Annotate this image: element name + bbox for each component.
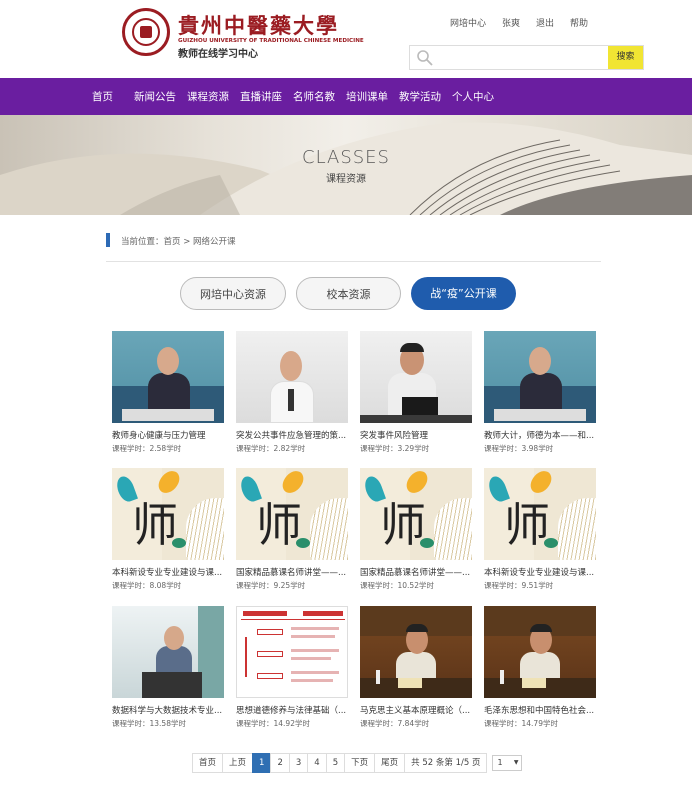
course-card[interactable]: 教师身心健康与压力管理 课程学时：2.58学时 [112, 331, 224, 454]
nav-activities[interactable]: 教学活动 [399, 89, 441, 104]
search-input[interactable] [438, 48, 608, 67]
university-seal-icon [122, 8, 170, 56]
course-hours: 课程学时：2.58学时 [112, 444, 182, 453]
course-title[interactable]: 国家精品慕课名师讲堂——... [360, 566, 472, 578]
logo-chinese-name: 貴州中醫藥大學 [178, 13, 339, 38]
course-thumbnail[interactable]: 师 [112, 468, 224, 560]
course-title[interactable]: 本科新设专业专业建设与课... [484, 566, 596, 578]
tab-training-center-resources[interactable]: 网培中心资源 [180, 277, 286, 310]
course-title[interactable]: 思想道德修养与法律基础（... [236, 704, 348, 716]
course-title[interactable]: 数据科学与大数据技术专业... [112, 704, 224, 716]
nav-personal[interactable]: 个人中心 [452, 89, 494, 104]
course-hours: 课程学时：10.52学时 [360, 581, 434, 590]
page-2[interactable]: 2 [270, 753, 290, 773]
nav-live[interactable]: 直播讲座 [240, 89, 282, 104]
nav-teachers[interactable]: 名师名教 [293, 89, 335, 104]
page-info: 共 52 条第 1/5 页 [404, 753, 488, 773]
course-card[interactable]: 突发公共事件应急管理的策... 课程学时：2.82学时 [236, 331, 348, 454]
page-first[interactable]: 首页 [192, 753, 224, 773]
course-title[interactable]: 毛泽东思想和中国特色社会... [484, 704, 596, 716]
course-hours: 课程学时：14.79学时 [484, 719, 558, 728]
course-thumbnail[interactable]: 师 [360, 468, 472, 560]
logo-subtitle: 教师在线学习中心 [178, 49, 258, 60]
page-select[interactable]: 1 ▼ [492, 755, 523, 771]
link-help[interactable]: 帮助 [570, 16, 588, 29]
nav-home[interactable]: 首页 [92, 89, 113, 104]
course-hours: 课程学时：3.98学时 [484, 444, 554, 453]
page-prev[interactable]: 上页 [222, 753, 254, 773]
page-1[interactable]: 1 [252, 753, 272, 773]
search-box: 搜索 [409, 45, 644, 70]
course-card[interactable]: 毛泽东思想和中国特色社会... 课程学时：14.79学时 [484, 606, 596, 729]
course-thumbnail[interactable] [112, 606, 224, 698]
page-4[interactable]: 4 [307, 753, 327, 773]
tab-epidemic-open-courses[interactable]: 战“疫”公开课 [411, 277, 516, 310]
course-title[interactable]: 本科新设专业专业建设与课... [112, 566, 224, 578]
link-training-center[interactable]: 网培中心 [450, 16, 486, 29]
page-next[interactable]: 下页 [344, 753, 376, 773]
banner-title-en: CLASSES [302, 147, 390, 168]
course-title[interactable]: 突发事件风险管理 [360, 429, 472, 441]
page-last[interactable]: 尾页 [374, 753, 406, 773]
page-5[interactable]: 5 [325, 753, 346, 773]
course-hours: 课程学时：9.51学时 [484, 581, 554, 590]
divider [106, 261, 601, 262]
course-hours: 课程学时：3.29学时 [360, 444, 430, 453]
tab-school-resources[interactable]: 校本资源 [296, 277, 401, 310]
university-logo[interactable]: 貴州中醫藥大學 GUIZHOU UNIVERSITY OF TRADITIONA… [122, 8, 364, 64]
course-thumbnail[interactable] [236, 606, 348, 698]
site-header: 貴州中醫藥大學 GUIZHOU UNIVERSITY OF TRADITIONA… [0, 0, 692, 78]
course-title[interactable]: 教师身心健康与压力管理 [112, 429, 224, 441]
search-icon [417, 50, 433, 66]
course-thumbnail[interactable] [360, 606, 472, 698]
course-hours: 课程学时：2.82学时 [236, 444, 306, 453]
course-card[interactable]: 马克思主义基本原理概论（... 课程学时：7.84学时 [360, 606, 472, 729]
course-hours: 课程学时：7.84学时 [360, 719, 430, 728]
course-card[interactable]: 师本科新设专业专业建设与课... 课程学时：8.08学时 [112, 468, 224, 591]
nav-courses[interactable]: 课程资源 [187, 89, 229, 104]
course-card[interactable]: 师国家精品慕课名师讲堂——... 课程学时：10.52学时 [360, 468, 472, 591]
course-thumbnail[interactable] [112, 331, 224, 423]
course-thumbnail[interactable]: 师 [484, 468, 596, 560]
course-title[interactable]: 国家精品慕课名师讲堂——... [236, 566, 348, 578]
course-hours: 课程学时：8.08学时 [112, 581, 182, 590]
nav-training[interactable]: 培训课单 [346, 89, 388, 104]
course-card[interactable]: 思想道德修养与法律基础（... 课程学时：14.92学时 [236, 606, 348, 729]
course-thumbnail[interactable] [484, 331, 596, 423]
breadcrumb-marker [106, 233, 110, 247]
page-select-value: 1 [497, 758, 503, 767]
course-card[interactable]: 师本科新设专业专业建设与课... 课程学时：9.51学时 [484, 468, 596, 591]
course-card[interactable]: 数据科学与大数据技术专业... 课程学时：13.58学时 [112, 606, 224, 729]
course-thumbnail[interactable]: 师 [236, 468, 348, 560]
course-title[interactable]: 教师大计，师德为本——和... [484, 429, 596, 441]
course-title[interactable]: 突发公共事件应急管理的策... [236, 429, 348, 441]
course-card[interactable]: 突发事件风险管理 课程学时：3.29学时 [360, 331, 472, 454]
breadcrumb-text: 当前位置：首页 > 网络公开课 [121, 237, 236, 247]
course-title[interactable]: 马克思主义基本原理概论（... [360, 704, 472, 716]
pagination: 首页 上页 1 2 3 4 5 下页 尾页 共 52 条第 1/5 页 1 ▼ [192, 753, 523, 773]
top-links: 网培中心 张爽 退出 帮助 [450, 16, 604, 29]
main-nav: 首页 新闻公告 课程资源 直播讲座 名师名教 培训课单 教学活动 个人中心 [0, 78, 692, 115]
page-banner: CLASSES 课程资源 [0, 115, 692, 215]
course-card[interactable]: 师国家精品慕课名师讲堂——... 课程学时：9.25学时 [236, 468, 348, 591]
course-hours: 课程学时：13.58学时 [112, 719, 186, 728]
page-3[interactable]: 3 [288, 753, 309, 773]
course-thumbnail[interactable] [484, 606, 596, 698]
banner-title-cn: 课程资源 [326, 174, 366, 185]
link-logout[interactable]: 退出 [536, 16, 554, 29]
dropdown-arrow-icon: ▼ [513, 759, 519, 766]
course-hours: 课程学时：14.92学时 [236, 719, 310, 728]
link-username[interactable]: 张爽 [502, 16, 520, 29]
course-thumbnail[interactable] [360, 331, 472, 423]
search-button[interactable]: 搜索 [608, 46, 643, 69]
nav-news[interactable]: 新闻公告 [134, 89, 176, 104]
course-thumbnail[interactable] [236, 331, 348, 423]
course-card[interactable]: 教师大计，师德为本——和... 课程学时：3.98学时 [484, 331, 596, 454]
course-hours: 课程学时：9.25学时 [236, 581, 306, 590]
logo-english-name: GUIZHOU UNIVERSITY OF TRADITIONAL CHINES… [178, 38, 364, 44]
